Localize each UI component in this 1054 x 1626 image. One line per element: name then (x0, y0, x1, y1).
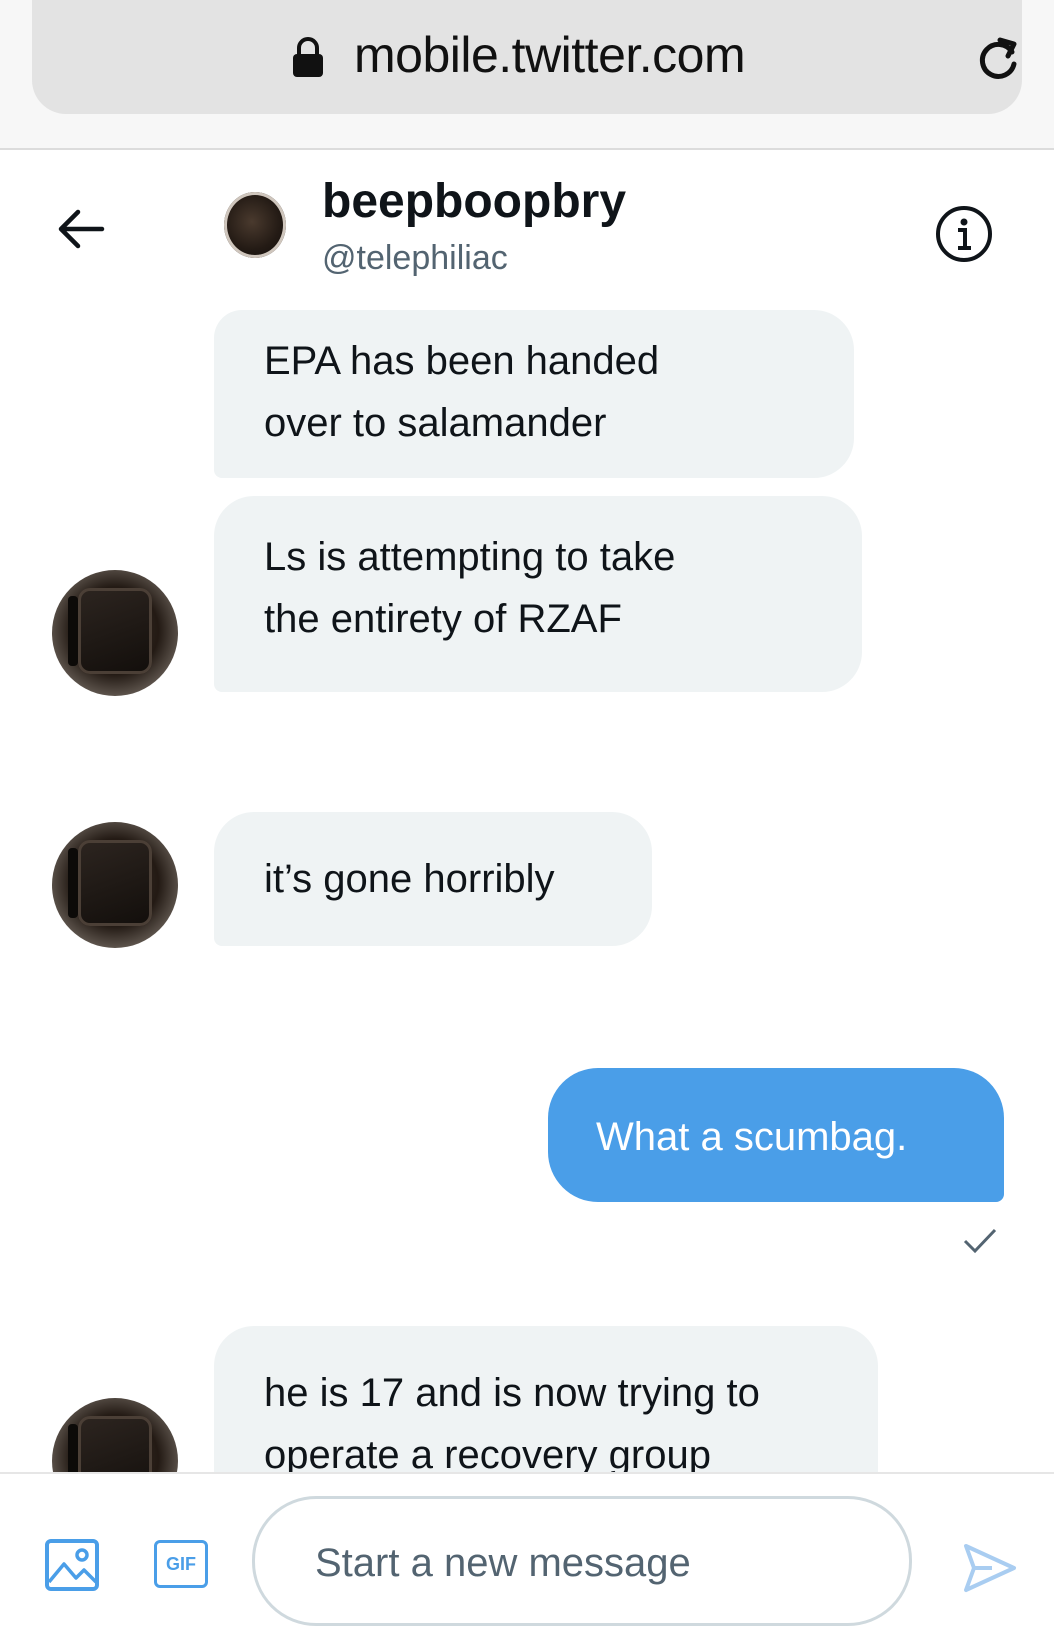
message-input[interactable]: Start a new message (252, 1496, 912, 1626)
checkmark-icon (963, 1228, 997, 1254)
received-message[interactable]: Ls is attempting to take the entirety of… (214, 496, 862, 692)
url-text[interactable]: mobile.twitter.com (354, 24, 746, 86)
lock-icon (293, 37, 323, 77)
address-bar[interactable]: mobile.twitter.com (32, 0, 1022, 114)
message-text: it’s gone horribly (264, 857, 555, 901)
image-icon[interactable] (44, 1538, 100, 1592)
info-icon[interactable] (934, 204, 994, 264)
avatar[interactable] (52, 822, 178, 948)
avatar[interactable] (52, 570, 178, 696)
contact-handle: @telephiliac (322, 239, 508, 277)
header-avatar[interactable] (224, 192, 286, 258)
message-text: the entirety of RZAF (264, 597, 622, 641)
message-text: he is 17 and is now trying to (264, 1371, 760, 1415)
received-message[interactable]: it’s gone horribly (214, 812, 652, 946)
gif-button[interactable]: GIF (154, 1540, 208, 1588)
browser-toolbar: mobile.twitter.com (0, 0, 1054, 150)
received-message[interactable]: EPA has been handed over to salamander (214, 310, 854, 478)
arrow-left-icon[interactable] (56, 206, 106, 252)
send-icon[interactable] (962, 1542, 1018, 1594)
message-text: over to salamander (264, 401, 607, 445)
contact-name[interactable]: beepboopbry (322, 174, 626, 230)
reload-icon[interactable] (970, 30, 1026, 86)
message-text: Ls is attempting to take (264, 535, 676, 579)
message-text: EPA has been handed (264, 339, 660, 383)
sent-message[interactable]: What a scumbag. (548, 1068, 1004, 1202)
